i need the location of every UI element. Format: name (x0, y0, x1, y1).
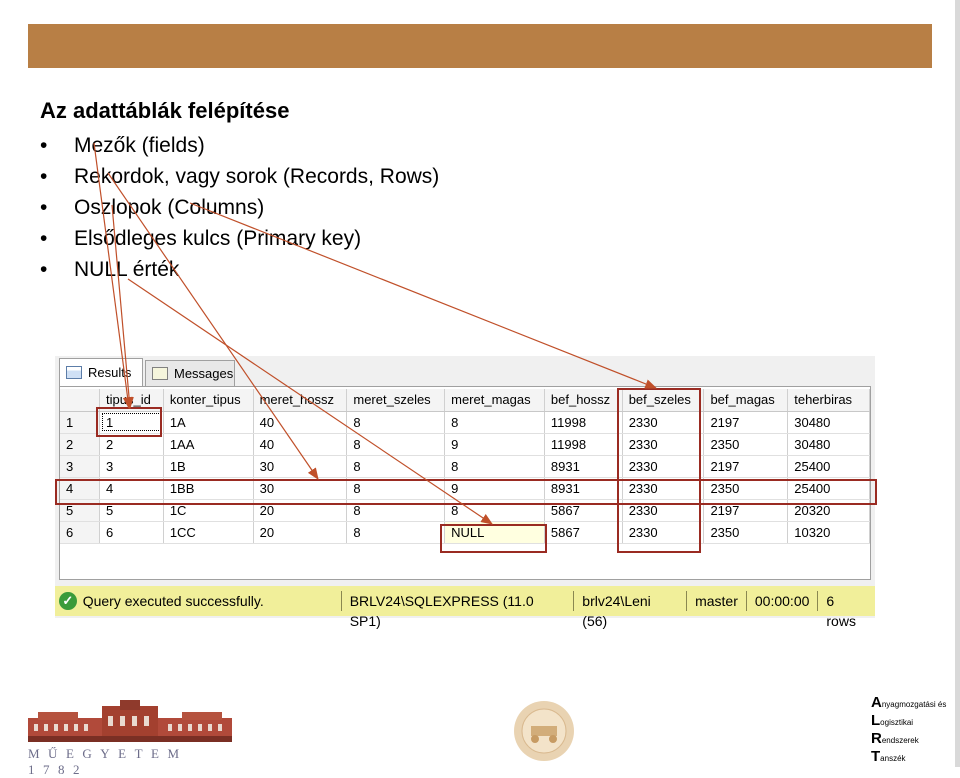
department-logo: Anyagmozgatási és Logisztikai Rendszerek… (871, 695, 946, 767)
arrow-columns (111, 204, 134, 410)
dept-line: Anyagmozgatási és (871, 694, 947, 711)
dept-line: Tanszék (871, 748, 906, 765)
university-name: MŰEGYETEM 1782 (28, 746, 188, 777)
dept-line: Logisztikai (871, 712, 914, 729)
muegyetem-logo: MŰEGYETEM 1782 (28, 700, 232, 777)
arrow-primary-key (189, 202, 658, 389)
annotation-arrows (93, 142, 658, 525)
dept-line: Rendszerek (871, 730, 919, 747)
arrow-fields (93, 142, 133, 410)
arrow-null (127, 278, 493, 525)
university-building-icon (28, 700, 232, 742)
faculty-seal-icon (514, 701, 574, 761)
arrow-records (107, 172, 319, 480)
